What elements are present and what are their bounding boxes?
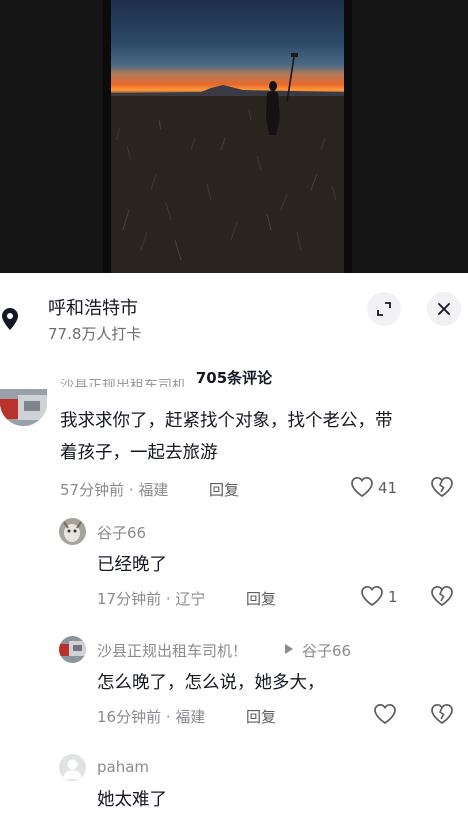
comment-author[interactable]: 谷子66 [97, 522, 146, 543]
broken-heart-icon[interactable] [430, 585, 454, 607]
avatar[interactable] [0, 389, 47, 426]
comment-author[interactable]: paham [97, 758, 149, 776]
avatar-image [59, 636, 86, 663]
location-checkins: 77.8万人打卡 [48, 325, 142, 343]
heart-icon[interactable] [360, 585, 384, 607]
comment-author[interactable]: 沙县正规出租车司机！ [97, 640, 247, 661]
reply-button[interactable]: 回复 [246, 706, 276, 727]
video-scene [111, 53, 344, 273]
broken-heart-icon[interactable] [430, 703, 454, 725]
heart-icon[interactable] [350, 476, 374, 498]
comment-text: 已经晚了 [97, 555, 167, 575]
avatar[interactable] [59, 636, 86, 663]
expand-icon [377, 302, 391, 316]
location-pin-icon [2, 308, 18, 330]
comment-meta: 17分钟前 · 辽宁 [97, 590, 206, 608]
comment-text-line: 我求求你了，赶紧找个对象，找个老公，带 [60, 411, 393, 431]
avatar[interactable] [59, 754, 86, 781]
comment-text: 我求求你了，赶紧找个对象，找个老公，带 着孩子，一起去旅游 [60, 405, 460, 469]
video-player[interactable] [0, 0, 468, 273]
comment-author-clipped[interactable]: 沙县正规出租车司机 [60, 379, 186, 387]
avatar-image [59, 518, 86, 545]
comment-text: 怎么晚了，怎么说，她多大， [97, 673, 325, 693]
like-count: 41 [378, 479, 398, 497]
heart-icon[interactable] [373, 703, 397, 725]
location-bar[interactable]: 呼和浩特市 77.8万人打卡 [0, 273, 468, 355]
comment-text-line: 着孩子，一起去旅游 [60, 443, 218, 463]
avatar[interactable] [59, 518, 86, 545]
avatar-image [0, 389, 47, 426]
comment-meta: 16分钟前 · 福建 [97, 708, 206, 726]
reply-button[interactable]: 回复 [246, 588, 276, 609]
play-triangle-icon [285, 644, 293, 654]
reply-to-author[interactable]: 谷子66 [302, 640, 351, 661]
like-count: 1 [388, 588, 398, 606]
close-icon [438, 303, 450, 315]
comment-text: 她太难了 [97, 790, 167, 810]
video-thumbnail[interactable] [111, 0, 344, 273]
expand-button[interactable] [367, 292, 401, 326]
comment-sheet: 呼和浩特市 77.8万人打卡 705条评论 沙县正规出租车司机 我求求你了，赶紧… [0, 273, 468, 820]
video-frame [103, 0, 352, 273]
reply-button[interactable]: 回复 [209, 479, 239, 500]
comment-meta: 57分钟前 · 福建 [60, 481, 169, 499]
close-button[interactable] [427, 292, 461, 326]
location-title[interactable]: 呼和浩特市 [48, 294, 138, 320]
default-avatar-icon [59, 754, 86, 781]
broken-heart-icon[interactable] [430, 476, 454, 498]
